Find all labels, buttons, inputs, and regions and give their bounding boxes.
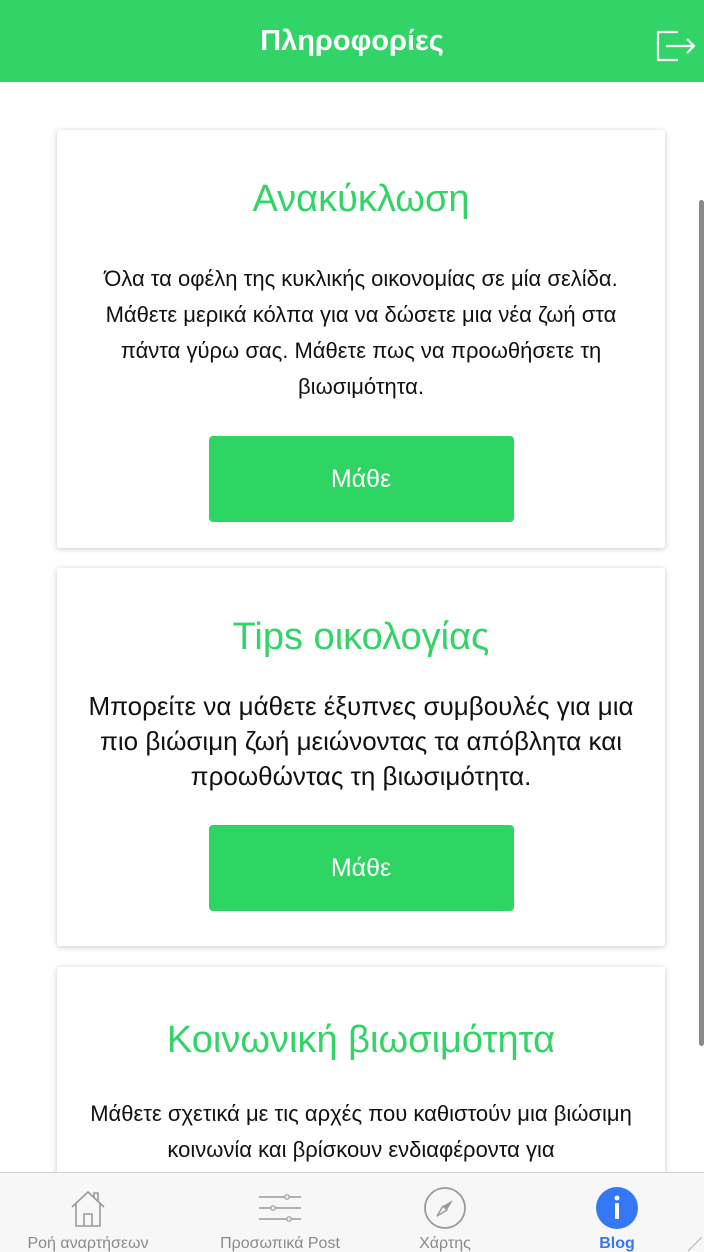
- learn-button[interactable]: Μάθε: [208, 825, 514, 911]
- scrollbar[interactable]: [699, 200, 704, 1046]
- logout-button[interactable]: [652, 24, 698, 68]
- card-title: Tips οικολογίας: [232, 616, 490, 658]
- app-root: Πληροφορίες Ανακύκλωση Όλα τα οφέλη της …: [0, 0, 704, 1252]
- tab-label: Ροή αναρτήσεων: [27, 1235, 149, 1252]
- card-description: Μπορείτε να μάθετε έξυπνες συμβουλές για…: [88, 691, 634, 791]
- top-bar: Πληροφορίες: [0, 0, 704, 82]
- tab-blog[interactable]: Blog: [552, 1173, 682, 1252]
- sliders-icon: [259, 1194, 301, 1222]
- compass-icon: [424, 1187, 466, 1229]
- learn-button[interactable]: Μάθε: [208, 436, 514, 522]
- content-scroll-area[interactable]: Ανακύκλωση Όλα τα οφέλη της κυκλικής οικ…: [0, 82, 704, 1172]
- info-icon: [596, 1187, 638, 1229]
- tab-label: Blog: [599, 1235, 635, 1252]
- tab-label: Χάρτης: [419, 1235, 471, 1252]
- tab-personal-posts[interactable]: Προσωπικά Post: [190, 1173, 370, 1252]
- tab-feed[interactable]: Ροή αναρτήσεων: [8, 1173, 168, 1252]
- card-description: Μάθετε σχετικά με τις αρχές που καθιστού…: [90, 1101, 632, 1162]
- card-social-sustainability: Κοινωνική βιωσιμότητα Μάθετε σχετικά με …: [57, 967, 665, 1172]
- bottom-tab-bar: Ροή αναρτήσεων Προσωπικά Post Χάρτης Blo…: [0, 1172, 704, 1252]
- logout-icon: [656, 30, 696, 62]
- card-recycling: Ανακύκλωση Όλα τα οφέλη της κυκλικής οικ…: [57, 130, 665, 548]
- tab-label: Προσωπικά Post: [220, 1235, 340, 1252]
- card-description: Όλα τα οφέλη της κυκλικής οικονομίας σε …: [104, 266, 618, 399]
- tab-map[interactable]: Χάρτης: [370, 1173, 520, 1252]
- card-title: Ανακύκλωση: [252, 178, 470, 220]
- resize-handle-icon: [688, 1237, 702, 1251]
- page-title: Πληροφορίες: [260, 24, 444, 57]
- card-title: Κοινωνική βιωσιμότητα: [166, 1019, 556, 1061]
- home-icon: [71, 1191, 105, 1227]
- card-eco-tips: Tips οικολογίας Μπορείτε να μάθετε έξυπν…: [57, 568, 665, 946]
